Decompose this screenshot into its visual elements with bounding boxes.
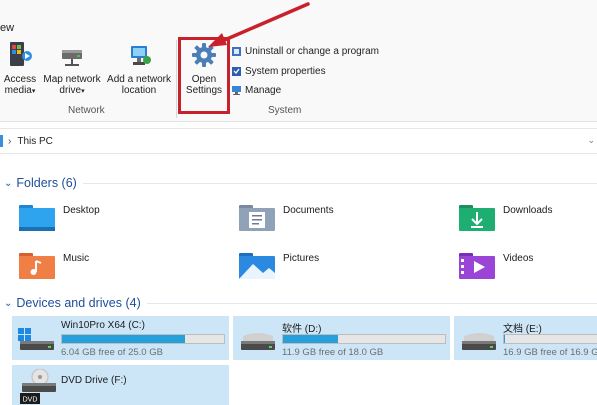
drive-name: DVD Drive (F:): [61, 375, 127, 386]
drive-usage-bar: [503, 334, 597, 344]
map-network-drive-icon: [62, 50, 82, 66]
access-media-label-1: Access: [3, 74, 37, 85]
dvd-label: DVD: [23, 397, 38, 404]
access-media-icon: [10, 42, 32, 66]
breadcrumb-this-pc[interactable]: This PC: [17, 136, 53, 147]
add-network-location-icon: [131, 46, 151, 65]
drive-name: 软件 (D:): [282, 324, 322, 335]
system-group-label: System: [268, 105, 302, 116]
drive-item-d[interactable]: 软件 (D:) 11.9 GB free of 18.0 GB: [233, 316, 450, 360]
folder-item-pictures[interactable]: Pictures: [239, 251, 319, 279]
hard-drive-icon: [241, 333, 275, 350]
arrow-annotation-icon: [208, 2, 310, 47]
add-network-location-label-1: Add a network: [107, 74, 171, 85]
folder-item-desktop[interactable]: Desktop: [19, 203, 100, 231]
drive-usage-bar: [282, 334, 446, 344]
folder-item-videos[interactable]: Videos: [459, 251, 533, 279]
map-network-drive-label-2: drive: [59, 85, 82, 96]
manage-button[interactable]: Manage: [232, 85, 281, 96]
folder-label: Music: [63, 253, 90, 264]
drive-usage-bar: [61, 334, 225, 344]
address-dropdown-icon[interactable]: ⌄: [587, 135, 595, 146]
hard-drive-icon: [462, 333, 496, 350]
access-media-button[interactable]: Access media▾: [2, 40, 38, 97]
downloads-folder-icon: [459, 205, 495, 231]
drive-free-space: 16.9 GB free of 16.9 G: [503, 347, 597, 358]
drive-usage-fill: [283, 335, 339, 343]
breadcrumb-chevron-icon[interactable]: ›: [8, 136, 11, 147]
drive-item-f[interactable]: DVD DVD Drive (F:): [12, 365, 229, 405]
windows-drive-icon: [18, 328, 54, 350]
drive-usage-fill: [504, 335, 505, 343]
collapse-chevron-icon[interactable]: ⌄: [4, 298, 12, 309]
pictures-folder-icon: [239, 253, 275, 279]
manage-icon: [232, 86, 241, 95]
drives-section-title: Devices and drives (4): [16, 296, 141, 310]
folders-section-title: Folders (6): [16, 176, 77, 190]
system-properties-icon: [232, 67, 241, 76]
folder-item-music[interactable]: Music: [19, 251, 89, 279]
folder-label: Pictures: [283, 253, 320, 264]
network-group-label: Network: [68, 105, 105, 116]
drive-free-space: 11.9 GB free of 18.0 GB: [282, 347, 384, 358]
folder-item-documents[interactable]: Documents: [239, 203, 334, 231]
drive-item-e[interactable]: 文档 (E:) 16.9 GB free of 16.9 G: [454, 316, 597, 360]
documents-folder-icon: [239, 205, 275, 231]
section-divider: [146, 302, 597, 304]
map-network-drive-label-1: Map network: [43, 74, 101, 85]
folders-section-header[interactable]: ⌄ Folders (6): [4, 176, 597, 190]
drive-item-c[interactable]: Win10Pro X64 (C:) 6.04 GB free of 25.0 G…: [12, 316, 229, 360]
access-media-label-2: media: [4, 85, 32, 96]
this-pc-icon: [0, 135, 3, 147]
system-properties-button[interactable]: System properties: [232, 66, 326, 77]
map-network-drive-button[interactable]: Map network drive▾: [40, 40, 104, 97]
ribbon-separator: [176, 40, 177, 118]
drive-name: 文档 (E:): [503, 324, 542, 335]
collapse-chevron-icon[interactable]: ⌄: [4, 178, 12, 189]
address-bar[interactable]: › This PC ⌄: [0, 128, 597, 154]
ribbon-tab-label[interactable]: ew: [0, 22, 14, 34]
folder-label: Downloads: [503, 205, 553, 216]
videos-folder-icon: [459, 253, 495, 279]
dvd-drive-icon: DVD: [20, 369, 56, 404]
music-folder-icon: [19, 253, 55, 279]
add-network-location-button[interactable]: Add a network location: [105, 40, 173, 96]
folder-label: Videos: [503, 253, 534, 264]
manage-label: Manage: [245, 85, 282, 96]
folder-label: Documents: [283, 205, 334, 216]
chevron-down-icon: ▾: [81, 88, 85, 95]
section-divider: [82, 182, 597, 184]
system-properties-label: System properties: [245, 66, 326, 77]
folder-item-downloads[interactable]: Downloads: [459, 203, 552, 231]
folder-label: Desktop: [63, 205, 100, 216]
drive-usage-fill: [62, 335, 186, 343]
drive-name: Win10Pro X64 (C:): [61, 320, 145, 331]
desktop-folder-icon: [19, 205, 55, 231]
drives-section-header[interactable]: ⌄ Devices and drives (4): [4, 296, 597, 310]
drive-free-space: 6.04 GB free of 25.0 GB: [61, 347, 163, 358]
add-network-location-label-2: location: [121, 85, 157, 96]
chevron-down-icon: ▾: [31, 88, 36, 95]
